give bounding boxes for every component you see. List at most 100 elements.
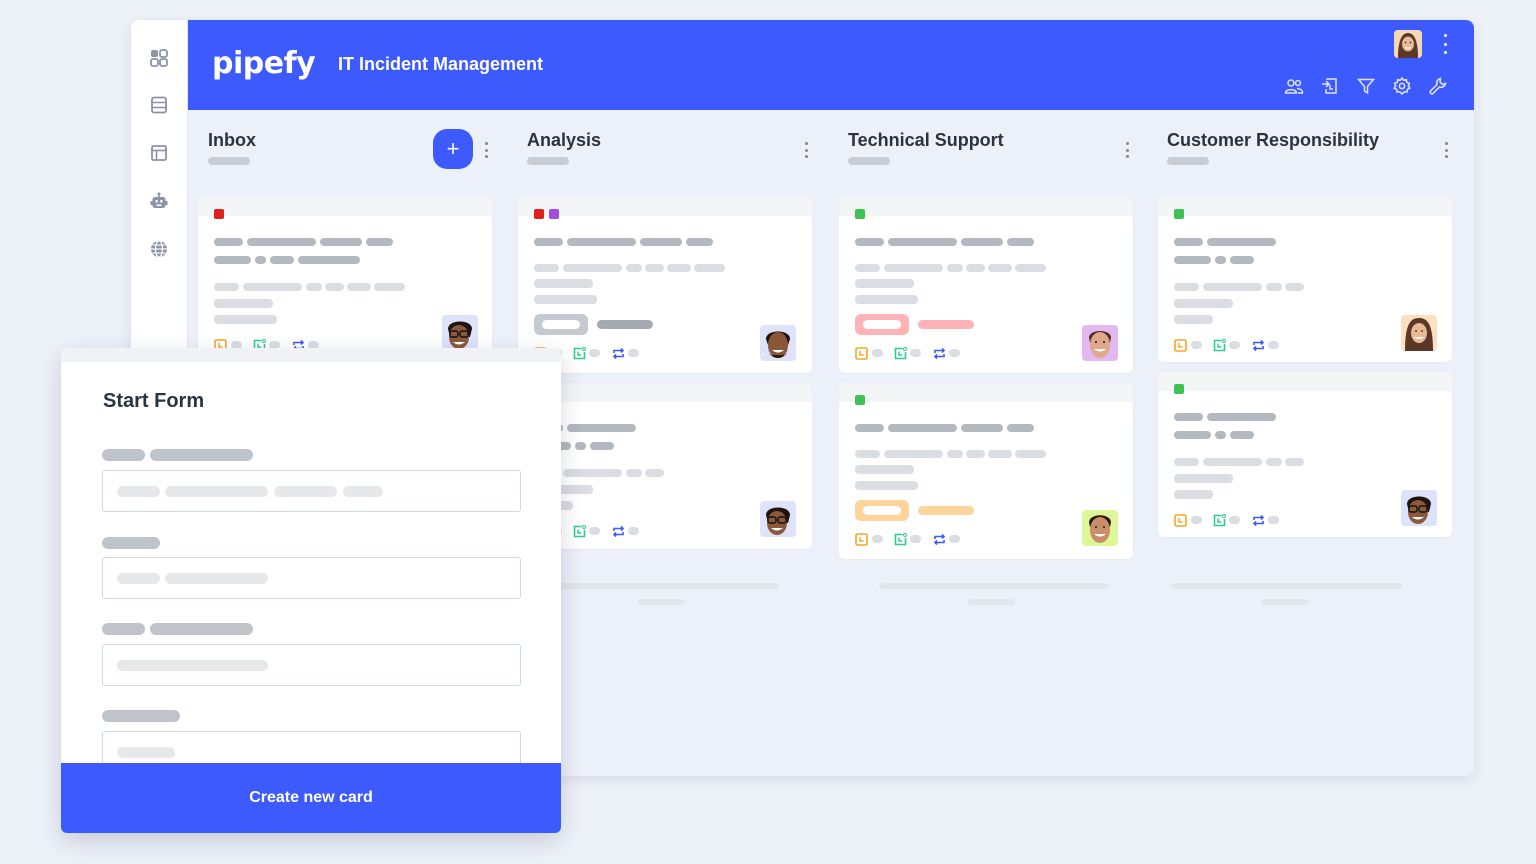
- text-placeholder: [1230, 256, 1254, 264]
- text-placeholder: [1174, 458, 1199, 466]
- assignee-avatar[interactable]: [1401, 315, 1437, 351]
- assignee-avatar[interactable]: [760, 501, 796, 537]
- phase-menu-button[interactable]: [1444, 142, 1448, 158]
- form-field-2-input[interactable]: [102, 557, 521, 599]
- add-card-button[interactable]: +: [433, 129, 473, 169]
- text-placeholder: [988, 450, 1012, 458]
- field-label: [102, 449, 145, 461]
- assignee-avatar[interactable]: [1082, 325, 1118, 361]
- text-placeholder: [628, 349, 639, 357]
- filter-icon[interactable]: [1356, 76, 1376, 96]
- text-placeholder: [1015, 450, 1046, 458]
- import-icon[interactable]: [1320, 76, 1340, 96]
- text-placeholder: [1215, 431, 1226, 439]
- text-placeholder: [1174, 283, 1199, 291]
- text-placeholder: [518, 197, 812, 216]
- text-placeholder: [534, 238, 563, 246]
- text-placeholder: [855, 264, 880, 272]
- text-placeholder: [1268, 341, 1279, 349]
- connection-sync-icon: [933, 347, 946, 360]
- wrench-icon[interactable]: [1428, 76, 1448, 96]
- field-label: [102, 537, 160, 549]
- text-placeholder: [966, 264, 985, 272]
- card[interactable]: [1158, 372, 1452, 537]
- due-date-icon: [855, 533, 868, 546]
- text-placeholder: [855, 450, 880, 458]
- text-placeholder: [1230, 431, 1254, 439]
- text-placeholder: [366, 238, 393, 246]
- globe-portal-icon[interactable]: [148, 238, 170, 260]
- label-green: [1174, 384, 1184, 394]
- text-placeholder: [1266, 458, 1282, 466]
- header-more-menu[interactable]: [1442, 34, 1448, 54]
- card[interactable]: [198, 197, 492, 357]
- text-placeholder: [518, 383, 812, 402]
- text-placeholder: [575, 442, 586, 450]
- user-avatar[interactable]: [1394, 30, 1422, 58]
- text-placeholder: [117, 486, 160, 497]
- database-table-icon[interactable]: [148, 94, 170, 116]
- text-placeholder: [839, 383, 1133, 402]
- assignee-avatar[interactable]: [442, 315, 478, 351]
- text-placeholder: [1158, 197, 1452, 216]
- text-placeholder: [214, 283, 239, 291]
- card[interactable]: [1158, 197, 1452, 362]
- text-placeholder: [597, 320, 653, 329]
- text-placeholder: [918, 506, 974, 515]
- text-placeholder: [343, 486, 383, 497]
- text-placeholder: [165, 486, 268, 497]
- members-icon[interactable]: [1284, 76, 1304, 96]
- label-green: [1174, 209, 1184, 219]
- card[interactable]: [839, 383, 1133, 559]
- text-placeholder: [61, 348, 561, 362]
- text-placeholder: [949, 535, 960, 543]
- robot-automation-icon[interactable]: [148, 190, 170, 212]
- text-placeholder: [117, 660, 268, 671]
- text-placeholder: [214, 299, 273, 308]
- assignee-avatar[interactable]: [1401, 490, 1437, 526]
- form-field-1-input[interactable]: [102, 470, 521, 512]
- pipe-header: pipefy IT Incident Management: [188, 20, 1474, 110]
- text-placeholder: [1015, 264, 1046, 272]
- checklist-icon: [573, 525, 586, 538]
- form-field-3-input[interactable]: [102, 644, 521, 686]
- text-placeholder: [563, 469, 622, 477]
- text-placeholder: [198, 197, 492, 216]
- text-placeholder: [1229, 516, 1240, 524]
- text-placeholder: [534, 279, 593, 288]
- create-new-card-button[interactable]: Create new card: [61, 763, 561, 833]
- card[interactable]: [839, 197, 1133, 373]
- text-placeholder: [1007, 424, 1034, 432]
- text-placeholder: [947, 450, 963, 458]
- text-placeholder: [1174, 256, 1211, 264]
- text-placeholder: [117, 747, 175, 758]
- assignee-avatar[interactable]: [1082, 510, 1118, 546]
- text-placeholder: [1207, 413, 1276, 421]
- dashboard-grid-icon[interactable]: [148, 47, 170, 69]
- start-form-modal: Start Form Create new card: [61, 348, 561, 833]
- phase-menu-button[interactable]: [804, 142, 808, 158]
- phase-menu-button[interactable]: [484, 142, 488, 158]
- text-placeholder: [839, 197, 1133, 216]
- text-placeholder: [667, 264, 691, 272]
- text-placeholder: [306, 283, 322, 291]
- phase-menu-button[interactable]: [1125, 142, 1129, 158]
- card[interactable]: [518, 197, 812, 373]
- assignee-avatar[interactable]: [760, 325, 796, 361]
- connection-sync-icon: [612, 347, 625, 360]
- pipefy-logo[interactable]: pipefy: [212, 46, 316, 81]
- text-placeholder: [1174, 490, 1213, 499]
- phase-count-placeholder: [848, 157, 890, 165]
- settings-gear-icon[interactable]: [1392, 76, 1412, 96]
- text-placeholder: [374, 283, 405, 291]
- text-placeholder: [855, 238, 884, 246]
- phase-title: Customer Responsibility: [1167, 130, 1380, 150]
- text-placeholder: [910, 349, 921, 357]
- text-placeholder: [117, 573, 160, 584]
- card[interactable]: [518, 383, 812, 549]
- layout-panel-icon[interactable]: [148, 142, 170, 164]
- text-placeholder: [645, 469, 664, 477]
- text-placeholder: [589, 349, 600, 357]
- text-placeholder: [855, 295, 918, 304]
- text-placeholder: [694, 264, 725, 272]
